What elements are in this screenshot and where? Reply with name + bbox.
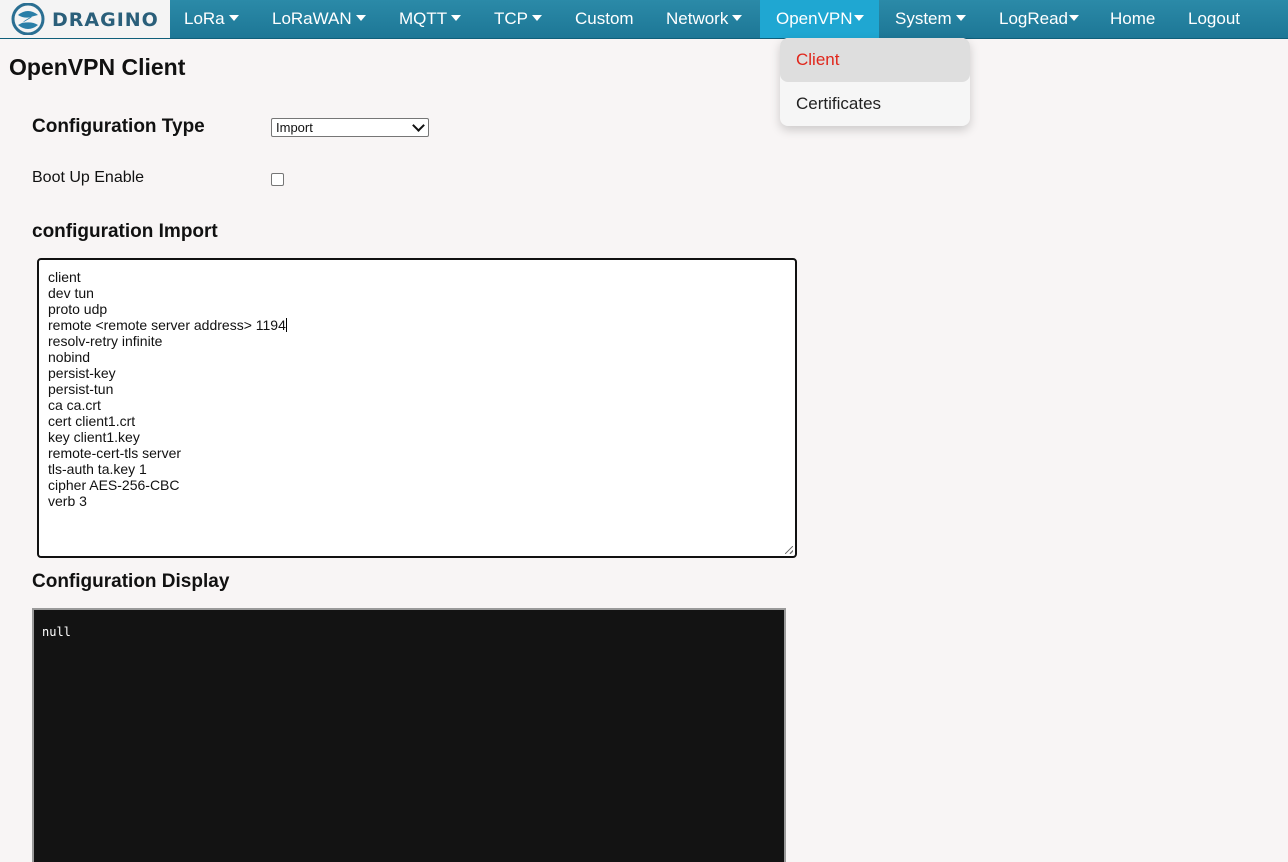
nav-item-label: Home	[1110, 9, 1156, 28]
nav-item-tcp[interactable]: TCP	[480, 0, 556, 38]
nav-item-label: Custom	[575, 9, 634, 28]
nav-item-label: LoRa	[184, 9, 225, 28]
caret-down-icon	[853, 15, 864, 21]
config-line: client	[48, 269, 81, 285]
config-line-text: remote <remote server address> 1194	[48, 317, 286, 333]
config-import-label: configuration Import	[32, 221, 218, 242]
config-line: tls-auth ta.key 1	[48, 461, 147, 477]
nav-item-label: System	[895, 9, 952, 28]
caret-down-icon	[355, 15, 366, 21]
openvpn-dropdown-menu: Client Certificates	[780, 38, 970, 126]
config-line: verb 3	[48, 493, 87, 509]
config-type-label: Configuration Type	[32, 116, 205, 137]
nav-item-label: OpenVPN	[776, 9, 853, 28]
top-navbar: DRAGINO LoRa LoRaWAN MQTT TCP Custom Net…	[0, 0, 1288, 39]
config-display-label: Configuration Display	[32, 571, 230, 592]
config-line: proto udp	[48, 301, 108, 317]
config-line: remote-cert-tls server	[48, 445, 182, 461]
nav-item-logout[interactable]: Logout	[1174, 0, 1254, 38]
config-line: persist-key	[48, 365, 116, 381]
nav-item-custom[interactable]: Custom	[561, 0, 648, 38]
caret-down-icon	[228, 15, 239, 21]
nav-item-label: Logout	[1188, 9, 1240, 28]
config-line: cert client1.crt	[48, 413, 136, 429]
config-display-value: null	[42, 625, 71, 639]
config-type-selected-value: Import	[276, 120, 313, 135]
config-line: resolv-retry infinite	[48, 333, 163, 349]
config-type-select[interactable]: Import	[271, 118, 429, 137]
caret-down-icon	[451, 15, 462, 21]
nav-item-logread[interactable]: LogRead	[985, 0, 1093, 38]
nav-item-network[interactable]: Network	[652, 0, 756, 38]
nav-item-openvpn[interactable]: OpenVPN	[760, 0, 879, 38]
config-line: persist-tun	[48, 381, 114, 397]
brand-logo-link[interactable]: DRAGINO	[0, 0, 170, 38]
caret-down-icon	[1069, 15, 1080, 21]
caret-down-icon	[532, 15, 542, 21]
config-line: key client1.key	[48, 429, 140, 445]
chevron-down-icon	[412, 119, 425, 132]
config-line: dev tun	[48, 285, 94, 301]
nav-item-label: Network	[666, 9, 729, 28]
caret-down-icon	[955, 15, 966, 21]
nav-item-lorawan[interactable]: LoRaWAN	[258, 0, 380, 38]
dropdown-item-client[interactable]: Client	[780, 38, 970, 82]
page-title: OpenVPN Client	[9, 54, 186, 80]
nav-item-home[interactable]: Home	[1096, 0, 1169, 38]
nav-item-label: TCP	[494, 9, 528, 28]
nav-item-label: MQTT	[399, 9, 448, 28]
boot-up-label: Boot Up Enable	[32, 169, 145, 186]
nav-item-mqtt[interactable]: MQTT	[385, 0, 475, 38]
resize-grip-icon[interactable]	[785, 546, 793, 554]
nav-item-lora[interactable]: LoRa	[170, 0, 253, 38]
config-line: remote <remote server address> 1194	[48, 317, 786, 333]
nav-item-system[interactable]: System	[881, 0, 980, 38]
config-line: cipher AES-256-CBC	[48, 477, 180, 493]
config-display-box: null	[32, 608, 786, 862]
config-import-textarea[interactable]: client dev tun proto udp remote <remote …	[37, 258, 797, 558]
dragino-logo-icon	[11, 3, 45, 35]
nav-item-label: LogRead	[999, 9, 1069, 28]
config-line: nobind	[48, 349, 91, 365]
boot-up-checkbox[interactable]	[271, 173, 284, 186]
config-line: ca ca.crt	[48, 397, 101, 413]
brand-name: DRAGINO	[52, 9, 159, 31]
caret-down-icon	[732, 15, 743, 21]
text-cursor	[285, 318, 287, 332]
dropdown-item-certificates[interactable]: Certificates	[780, 82, 970, 126]
nav-item-label: LoRaWAN	[272, 9, 352, 28]
